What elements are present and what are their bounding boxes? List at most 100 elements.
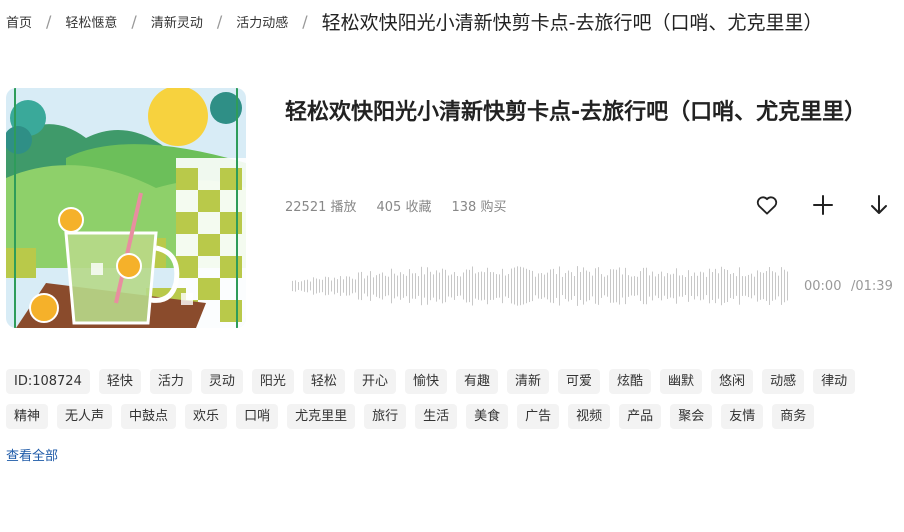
tag-chip[interactable]: 活力 [149, 369, 192, 394]
waveform-bar [667, 273, 668, 299]
waveform-bar [757, 270, 758, 302]
waveform-bar [430, 271, 431, 301]
cover-illustration [6, 88, 246, 328]
waveform-bar [652, 271, 653, 301]
waveform-bar [346, 276, 347, 296]
waveform-bar [385, 275, 386, 297]
waveform-bar [496, 274, 497, 298]
waveform-bar [595, 268, 596, 304]
waveform-bar [730, 274, 731, 298]
tag-chip[interactable]: 尤克里里 [287, 404, 356, 429]
waveform-bar [697, 275, 698, 297]
tag-chip[interactable]: 灵动 [200, 369, 243, 394]
waveform-bar [355, 279, 356, 293]
tag-chip[interactable]: 轻松 [302, 369, 345, 394]
favorite-count: 405 收藏 [376, 200, 432, 215]
view-all-tags-link[interactable]: 查看全部 [6, 445, 58, 464]
waveform-bar [343, 279, 344, 293]
tag-chip[interactable]: 口哨 [236, 404, 279, 429]
breadcrumb-home[interactable]: 首页 [6, 12, 32, 31]
tag-chip[interactable]: 中鼓点 [121, 404, 177, 429]
waveform-bar [529, 269, 530, 303]
waveform-bar [367, 275, 368, 297]
waveform-bar [409, 269, 410, 303]
waveform-bar [556, 274, 557, 298]
waveform-bar [589, 271, 590, 301]
tag-chip[interactable]: 炫酷 [609, 369, 652, 394]
tag-chip[interactable]: 广告 [517, 404, 560, 429]
tag-chip[interactable]: 有趣 [455, 369, 498, 394]
waveform-bar [610, 269, 611, 303]
track-id-tag[interactable]: ID:108724 [6, 369, 90, 394]
tag-chip[interactable]: 聚会 [670, 404, 713, 429]
waveform-bar [349, 276, 350, 296]
waveform-bar [295, 280, 296, 292]
tag-chip[interactable]: 悠闲 [711, 369, 754, 394]
current-time: 00:00 [804, 279, 842, 294]
breadcrumb-category-relaxed[interactable]: 轻松惬意 [65, 12, 117, 31]
tag-chip[interactable]: 视频 [568, 404, 611, 429]
waveform-bar [328, 277, 329, 295]
waveform-bar [466, 269, 467, 303]
waveform-bar [472, 266, 473, 306]
waveform-bar [403, 274, 404, 298]
waveform-bar [586, 270, 587, 302]
waveform-bar [484, 272, 485, 300]
cover-art[interactable] [6, 88, 246, 328]
tag-chip[interactable]: 欢乐 [185, 404, 228, 429]
breadcrumb-current: 轻松欢快阳光小清新快剪卡点-去旅行吧（口哨、尤克里里） [321, 11, 823, 34]
tag-chip[interactable]: 阳光 [251, 369, 294, 394]
tag-chip[interactable]: 可爱 [558, 369, 601, 394]
waveform-bar [514, 267, 515, 305]
waveform-bar [340, 276, 341, 296]
waveform-bar [400, 272, 401, 300]
waveform-bar [538, 273, 539, 299]
tag-chip[interactable]: 律动 [813, 369, 856, 394]
waveform-bar [670, 274, 671, 298]
waveform-bar [736, 276, 737, 296]
waveform-bar [292, 280, 293, 292]
waveform-bar [301, 281, 302, 291]
tag-chip[interactable]: 无人声 [57, 404, 113, 429]
breadcrumb-category-fresh[interactable]: 清新灵动 [151, 12, 203, 31]
waveform-bar [421, 266, 422, 306]
waveform-bar [772, 271, 773, 301]
waveform-bar [511, 268, 512, 304]
waveform-bar [598, 267, 599, 305]
audio-waveform[interactable] [291, 264, 789, 308]
tag-chip[interactable]: 旅行 [364, 404, 407, 429]
tag-chip[interactable]: 轻快 [98, 369, 141, 394]
tag-chip[interactable]: 动感 [762, 369, 805, 394]
waveform-bar [607, 275, 608, 297]
waveform-bar [619, 267, 620, 305]
tag-chip[interactable]: 生活 [415, 404, 458, 429]
waveform-bar [481, 271, 482, 301]
breadcrumb-category-energetic[interactable]: 活力动感 [236, 12, 288, 31]
plus-icon[interactable] [810, 192, 836, 218]
waveform-bar [553, 268, 554, 304]
tag-chip[interactable]: 清新 [506, 369, 549, 394]
tag-chip[interactable]: 友情 [721, 404, 764, 429]
tag-chip[interactable]: 美食 [466, 404, 509, 429]
waveform-bar [451, 274, 452, 298]
heart-icon[interactable] [754, 192, 780, 218]
tag-chip[interactable]: 开心 [353, 369, 396, 394]
tag-chip[interactable]: 愉快 [404, 369, 447, 394]
waveform-bar [568, 270, 569, 302]
waveform-bar [310, 281, 311, 291]
track-title: 轻松欢快阳光小清新快剪卡点-去旅行吧（口哨、尤克里里） [285, 100, 867, 125]
download-arrow-icon[interactable] [866, 192, 892, 218]
waveform-bar [718, 273, 719, 299]
waveform-bar [448, 275, 449, 297]
waveform-bar [364, 278, 365, 294]
waveform-bar [592, 275, 593, 297]
tag-chip[interactable]: 精神 [6, 404, 49, 429]
waveform-bar [571, 272, 572, 300]
waveform-bar [622, 274, 623, 298]
waveform-bar [298, 282, 299, 290]
waveform-bar [505, 275, 506, 297]
tag-chip[interactable]: 幽默 [660, 369, 703, 394]
tag-chip[interactable]: 商务 [772, 404, 815, 429]
tag-chip[interactable]: 产品 [619, 404, 662, 429]
waveform-bar [751, 273, 752, 299]
